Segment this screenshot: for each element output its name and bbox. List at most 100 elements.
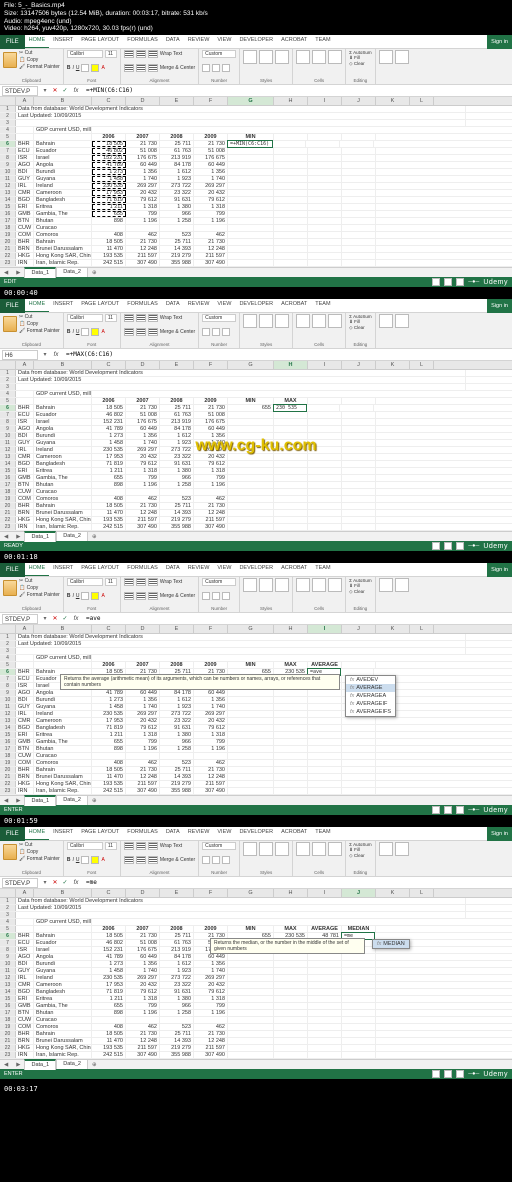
data-cell[interactable]: 269 297 bbox=[126, 975, 160, 981]
find-select-button[interactable] bbox=[395, 314, 409, 328]
align-center-icon[interactable] bbox=[136, 592, 146, 600]
country-cell[interactable]: Israel bbox=[34, 155, 92, 161]
data-cell[interactable]: 2008 bbox=[160, 398, 194, 404]
data-cell[interactable] bbox=[274, 760, 308, 766]
data-cell[interactable] bbox=[274, 155, 308, 161]
data-cell[interactable] bbox=[228, 760, 274, 766]
clear-button[interactable]: ◇ Clear bbox=[349, 589, 372, 595]
code-cell[interactable]: CMR bbox=[16, 982, 34, 988]
data-cell[interactable]: 2009 bbox=[194, 134, 228, 140]
format-painter-button[interactable]: 🖌 Format Painter bbox=[19, 856, 60, 862]
code-cell[interactable]: AGO bbox=[16, 162, 34, 168]
cut-button[interactable]: ✂ Cut bbox=[19, 314, 60, 320]
row-header-13[interactable]: 13 bbox=[0, 454, 16, 460]
data-cell[interactable] bbox=[342, 197, 376, 203]
data-cell[interactable]: 84 178 bbox=[160, 426, 194, 432]
data-cell[interactable]: 12 248 bbox=[194, 1038, 228, 1044]
data-cell[interactable] bbox=[92, 225, 126, 231]
country-cell[interactable]: Brunei Darussalam bbox=[34, 246, 92, 252]
fx-icon[interactable]: fx bbox=[50, 352, 62, 358]
col-header-D[interactable]: D bbox=[126, 361, 160, 369]
col-header-L[interactable]: L bbox=[410, 97, 434, 105]
data-cell[interactable] bbox=[342, 232, 376, 238]
country-cell[interactable]: Eritrea bbox=[34, 996, 92, 1002]
data-cell[interactable] bbox=[274, 975, 308, 981]
country-cell[interactable]: Bhutan bbox=[34, 218, 92, 224]
data-cell[interactable] bbox=[228, 1010, 274, 1016]
currency-icon[interactable] bbox=[202, 592, 210, 600]
data-cell[interactable]: 21 730 bbox=[126, 141, 160, 147]
copy-button[interactable]: 📋 Copy bbox=[19, 849, 60, 855]
data-cell[interactable]: 21 730 bbox=[194, 503, 228, 509]
cell-styles-button[interactable] bbox=[275, 578, 289, 592]
underline-button[interactable]: U bbox=[76, 857, 80, 863]
country-cell[interactable]: Comoros bbox=[34, 760, 92, 766]
col-header-L[interactable]: L bbox=[410, 625, 434, 633]
data-cell[interactable]: 1 258 bbox=[160, 482, 194, 488]
data-cell[interactable] bbox=[274, 982, 308, 988]
data-cell[interactable]: 46 802 bbox=[92, 412, 126, 418]
data-cell[interactable]: 462 bbox=[126, 496, 160, 502]
row-header-5[interactable]: 5 bbox=[0, 662, 16, 668]
ribbon-tab-page-layout[interactable]: PAGE LAYOUT bbox=[77, 563, 123, 576]
ribbon-tab-acrobat[interactable]: ACROBAT bbox=[277, 827, 311, 840]
country-cell[interactable]: Israel bbox=[34, 419, 92, 425]
country-cell[interactable]: Ecuador bbox=[34, 148, 92, 154]
data-cell[interactable]: 1 318 bbox=[126, 996, 160, 1002]
row-header-23[interactable]: 23 bbox=[0, 260, 16, 266]
data-cell[interactable]: 242 515 bbox=[92, 524, 126, 530]
data-cell[interactable]: 2008 bbox=[160, 134, 194, 140]
data-cell[interactable] bbox=[274, 204, 308, 210]
data-cell[interactable]: 269 297 bbox=[194, 183, 228, 189]
col-header-J[interactable]: J bbox=[342, 97, 376, 105]
data-cell[interactable] bbox=[274, 489, 308, 495]
data-cell[interactable]: 966 bbox=[160, 475, 194, 481]
data-cell[interactable] bbox=[228, 690, 274, 696]
code-cell[interactable] bbox=[16, 398, 34, 404]
percent-icon[interactable] bbox=[212, 592, 220, 600]
row-header-6[interactable]: 6 bbox=[0, 669, 16, 675]
code-cell[interactable]: BTN bbox=[16, 1010, 34, 1016]
col-header-B[interactable]: B bbox=[34, 625, 92, 633]
data-cell[interactable] bbox=[228, 211, 274, 217]
code-cell[interactable]: BTN bbox=[16, 482, 34, 488]
data-cell[interactable] bbox=[342, 1010, 376, 1016]
format-cells-button[interactable] bbox=[328, 578, 342, 592]
row-header-5[interactable]: 5 bbox=[0, 926, 16, 932]
row-header-15[interactable]: 15 bbox=[0, 204, 16, 210]
data-cell[interactable] bbox=[308, 746, 342, 752]
data-cell[interactable] bbox=[308, 176, 342, 182]
data-cell[interactable]: 60 449 bbox=[194, 426, 228, 432]
col-header-E[interactable]: E bbox=[160, 361, 194, 369]
code-cell[interactable]: GMB bbox=[16, 475, 34, 481]
data-cell[interactable]: 21 730 bbox=[194, 141, 228, 147]
data-cell[interactable]: 213 919 bbox=[160, 947, 194, 953]
data-cell[interactable]: 1 740 bbox=[194, 968, 228, 974]
data-cell[interactable]: 176 675 bbox=[194, 419, 228, 425]
ribbon-tab-home[interactable]: HOME bbox=[25, 35, 50, 48]
data-cell[interactable] bbox=[228, 774, 274, 780]
currency-icon[interactable] bbox=[202, 856, 210, 864]
data-cell[interactable]: 219 279 bbox=[160, 253, 194, 259]
percent-icon[interactable] bbox=[212, 64, 220, 72]
data-cell[interactable]: MIN bbox=[228, 926, 274, 932]
data-cell[interactable]: 2009 bbox=[194, 398, 228, 404]
data-cell[interactable]: 2006 bbox=[92, 662, 126, 668]
data-cell[interactable] bbox=[342, 788, 376, 794]
data-cell[interactable]: 898 bbox=[92, 218, 126, 224]
country-cell[interactable]: Curacao bbox=[34, 489, 92, 495]
data-cell[interactable] bbox=[342, 781, 376, 787]
col-header-J[interactable]: J bbox=[342, 889, 376, 897]
data-cell[interactable] bbox=[308, 718, 342, 724]
data-cell[interactable]: 152 231 bbox=[92, 419, 126, 425]
data-cell[interactable] bbox=[274, 246, 308, 252]
country-cell[interactable]: Iran, Islamic Rep. bbox=[34, 788, 92, 794]
data-cell[interactable]: 462 bbox=[126, 232, 160, 238]
code-cell[interactable]: AGO bbox=[16, 690, 34, 696]
row-header-20[interactable]: 20 bbox=[0, 767, 16, 773]
data-cell[interactable]: 21 730 bbox=[126, 503, 160, 509]
conditional-formatting-button[interactable] bbox=[243, 578, 257, 592]
data-cell[interactable]: 1 258 bbox=[160, 218, 194, 224]
cut-button[interactable]: ✂ Cut bbox=[19, 50, 60, 56]
col-header-K[interactable]: K bbox=[376, 625, 410, 633]
